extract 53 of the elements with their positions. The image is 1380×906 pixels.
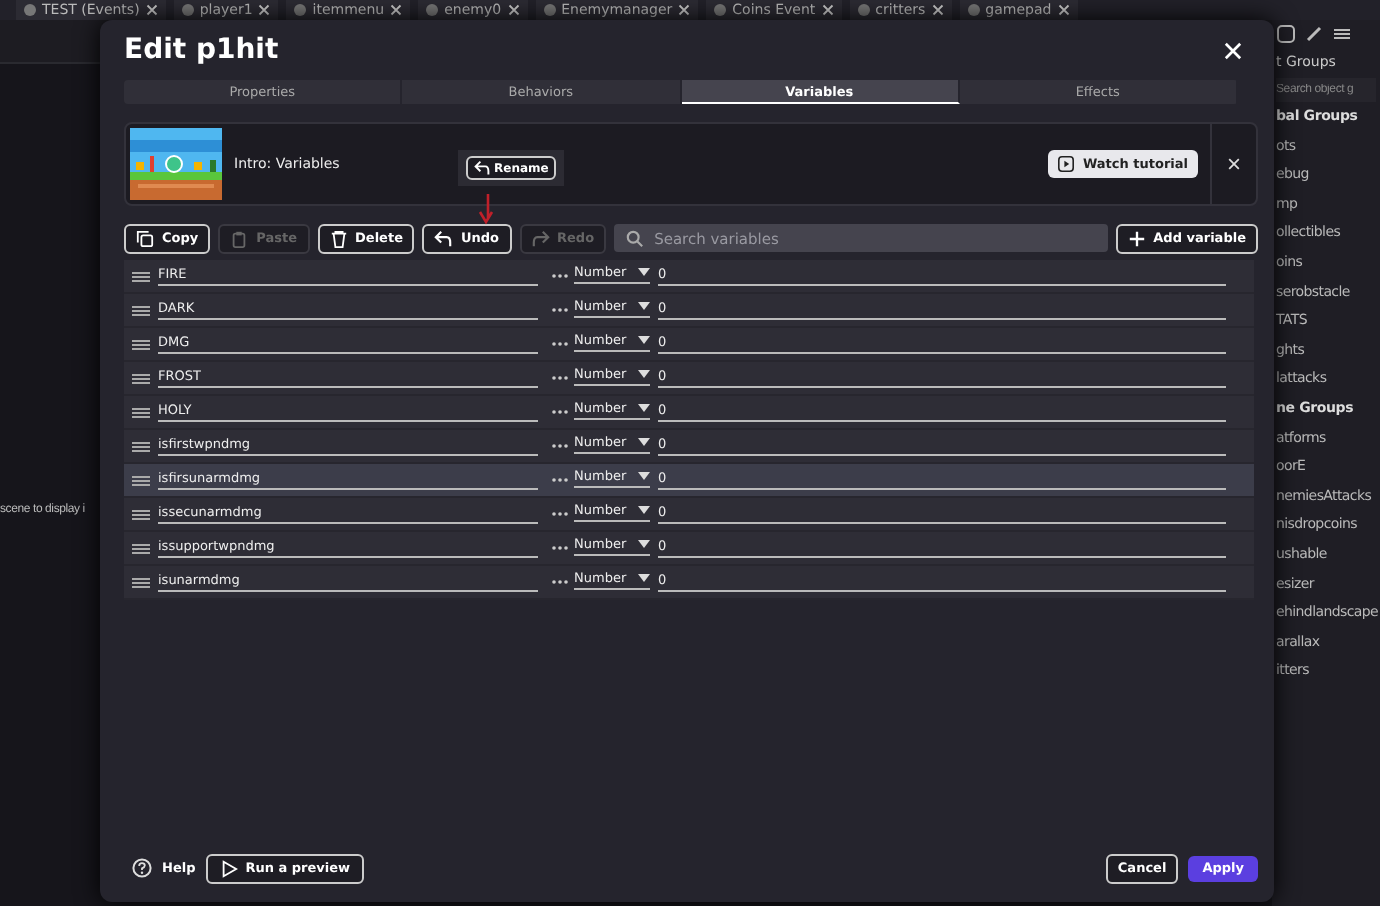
- caret-icon: [638, 506, 650, 514]
- type-icon: [552, 510, 568, 518]
- caret-icon: [638, 370, 650, 378]
- drag-handle-icon[interactable]: [132, 407, 150, 417]
- close-icon[interactable]: [1228, 158, 1240, 170]
- close-icon[interactable]: [390, 4, 403, 16]
- video-icon: [1058, 156, 1075, 172]
- trash-icon: [329, 229, 348, 247]
- caret-icon: [638, 438, 650, 446]
- drag-handle-icon[interactable]: [132, 577, 150, 587]
- undo-icon: [434, 229, 453, 247]
- copy-icon: [136, 229, 154, 247]
- search-icon: [626, 229, 645, 247]
- close-icon[interactable]: [507, 4, 520, 16]
- type-icon: [552, 340, 568, 348]
- close-icon[interactable]: [258, 4, 271, 16]
- caret-icon: [638, 472, 650, 480]
- undo-icon: [474, 160, 490, 176]
- close-icon[interactable]: [145, 4, 158, 16]
- drag-handle-icon[interactable]: [132, 441, 150, 451]
- caret-icon: [638, 336, 650, 344]
- type-icon: [552, 578, 568, 586]
- drag-handle-icon[interactable]: [132, 543, 150, 553]
- drag-handle-icon[interactable]: [132, 373, 150, 383]
- help-icon[interactable]: [132, 858, 152, 878]
- caret-icon: [638, 268, 650, 276]
- play-icon: [219, 859, 238, 877]
- close-icon[interactable]: [821, 4, 834, 16]
- caret-icon: [638, 540, 650, 548]
- close-icon[interactable]: [678, 4, 691, 16]
- drag-handle-icon[interactable]: [132, 475, 150, 485]
- clipboard-icon: [230, 229, 249, 247]
- type-icon: [552, 374, 568, 382]
- drag-handle-icon[interactable]: [132, 339, 150, 349]
- close-icon[interactable]: [931, 4, 944, 16]
- type-icon: [552, 408, 568, 416]
- drag-handle-icon[interactable]: [132, 271, 150, 281]
- caret-icon: [638, 574, 650, 582]
- plus-icon: [1127, 229, 1146, 247]
- type-icon: [552, 442, 568, 450]
- type-icon: [552, 306, 568, 314]
- caret-icon: [638, 302, 650, 310]
- redo-icon: [531, 229, 550, 247]
- arrow-icon: [478, 194, 494, 226]
- type-icon: [552, 476, 568, 484]
- toolbar-icon[interactable]: [1332, 24, 1352, 44]
- caret-icon: [638, 404, 650, 412]
- type-icon: [552, 272, 568, 280]
- drag-handle-icon[interactable]: [132, 305, 150, 315]
- close-icon[interactable]: [1057, 4, 1070, 16]
- type-icon: [552, 544, 568, 552]
- drag-handle-icon[interactable]: [132, 509, 150, 519]
- dialog-title: Edit p1hit: [124, 34, 279, 66]
